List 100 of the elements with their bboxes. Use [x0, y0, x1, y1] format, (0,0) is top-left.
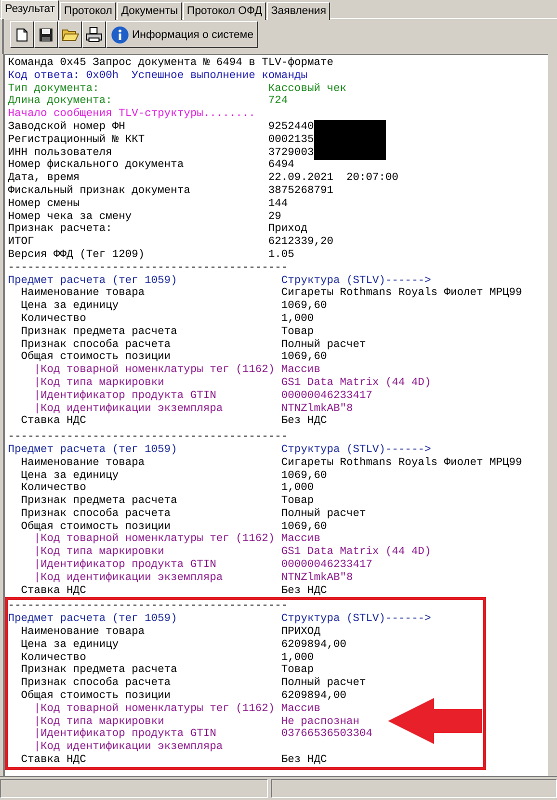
- structure-label: Структура (STLV)------>: [281, 274, 431, 287]
- field-value: NTNZlmkAB"8: [281, 402, 353, 416]
- separator-line: -------------------------------------------: [8, 431, 288, 444]
- field-label: Цена за единицу: [21, 470, 120, 482]
- field-value: Сигареты Rothmans Royals Фиолет МРЦ99: [281, 287, 522, 300]
- field-value: Массив: [281, 533, 320, 546]
- field-label: Ставка НДС: [21, 415, 88, 428]
- field-label: Тип документа:: [8, 82, 100, 96]
- section-title: Предмет расчета (тег 1059): [8, 274, 178, 288]
- field-label: Признак предмета расчета: [21, 495, 178, 508]
- field-label: Количество: [21, 482, 88, 496]
- field-value: 6212339,20: [268, 236, 334, 249]
- info-icon: [111, 26, 129, 44]
- field-value: Не распознан: [281, 716, 360, 728]
- field-label: Фискальный признак документа: [8, 184, 192, 198]
- section-title: Предмет расчета (тег 1059): [8, 613, 178, 626]
- field-value: 0002135: [268, 134, 314, 147]
- tab[interactable]: Документы: [117, 2, 182, 20]
- field-value: NTNZlmkAB"8: [281, 572, 353, 585]
- tab[interactable]: Протокол ОФД: [182, 2, 266, 20]
- tab[interactable]: Результат: [1, 0, 60, 20]
- field-label: Наименование товара: [21, 287, 146, 300]
- field-value: 1069,60: [281, 470, 327, 482]
- separator-line: -------------------------------------------: [8, 262, 288, 275]
- field-label: Общая стоимость позиции: [21, 520, 172, 533]
- field-value: 9252440: [268, 120, 314, 134]
- field-value: 1,000: [281, 652, 314, 664]
- field-value: Полный расчет: [281, 338, 366, 352]
- tlv-start-line: Начало сообщения TLV-структуры........: [8, 108, 256, 121]
- field-label: Цена за единицу: [21, 300, 120, 313]
- field-label: Регистрационный № ККТ: [8, 134, 146, 147]
- field-label: ИНН пользователя: [8, 146, 114, 159]
- field-value: ПРИХОД: [281, 626, 320, 639]
- field-label: ИТОГ: [8, 236, 36, 249]
- response-line: Код ответа: 0x00h Успешное выполнение команды: [8, 70, 308, 83]
- field-label: Признак способа расчета: [21, 677, 172, 690]
- field-label: Признак расчета:: [8, 223, 114, 236]
- field-value: Полный расчет: [281, 508, 366, 521]
- field-value: 1069,60: [281, 300, 327, 313]
- field-label: |Код типа маркировки: [34, 716, 166, 728]
- field-label: Признак предмета расчета: [21, 664, 178, 677]
- separator-line: -------------------------------------------: [8, 600, 288, 613]
- field-value: 22.09.2021 20:07:00: [268, 172, 398, 185]
- field-value: Кассовый чек: [268, 82, 346, 96]
- field-value: 6209894,00: [281, 638, 346, 652]
- field-label: |Код идентификации экземпляра: [34, 741, 224, 754]
- field-label: Признак способа расчета: [21, 508, 172, 521]
- field-value: Массив: [281, 364, 320, 377]
- field-value: 00000046233417: [281, 559, 372, 572]
- folder-icon: [62, 28, 78, 41]
- field-label: Количество: [21, 652, 88, 664]
- arrow-icon: [388, 698, 482, 744]
- field-value: 3729003: [268, 146, 314, 160]
- command-line: Команда 0x45 Запрос документа № 6494 в TLV-формате: [8, 57, 334, 70]
- field-value: Товар: [281, 664, 314, 677]
- field-value: Сигареты Rothmans Royals Фиолет МРЦ99: [281, 456, 522, 470]
- field-label: |Код типа маркировки: [34, 376, 166, 390]
- structure-label: Структура (STLV)------>: [281, 613, 431, 626]
- field-value: Товар: [281, 326, 314, 339]
- field-label: Ставка НДС: [21, 754, 88, 767]
- new-document-button[interactable]: [10, 21, 34, 48]
- page-icon: [16, 28, 28, 42]
- field-value: 00000046233417: [281, 390, 372, 403]
- field-label: |Код товарной номенклатуры тег (1162): [34, 533, 276, 546]
- field-label: |Код товарной номенклатуры тег (1162): [34, 364, 276, 377]
- field-value: 6494: [268, 159, 294, 172]
- field-label: Общая стоимость позиции: [21, 351, 172, 364]
- field-value: GS1 Data Matrix (44 4D): [281, 546, 431, 560]
- field-label: Признак способа расчета: [21, 338, 172, 351]
- print-button[interactable]: [82, 21, 106, 48]
- open-folder-button[interactable]: [58, 21, 82, 48]
- field-label: Наименование товара: [21, 456, 146, 470]
- field-label: |Код идентификации экземпляра: [34, 402, 224, 416]
- tab[interactable]: Протокол: [60, 2, 116, 20]
- field-label: Номер фискального документа: [8, 159, 185, 172]
- field-value: Товар: [281, 495, 314, 508]
- system-info-button[interactable]: Информация о системе: [106, 21, 258, 48]
- field-value: 1,000: [281, 312, 314, 326]
- save-button[interactable]: [34, 21, 58, 48]
- section-title: Предмет расчета (тег 1059): [8, 444, 178, 457]
- field-label: Номер смены: [8, 198, 81, 211]
- field-label: Количество: [21, 312, 88, 326]
- field-label: |Код типа маркировки: [34, 546, 166, 559]
- field-label: |Идентификатор продукта GTIN: [34, 390, 218, 403]
- tab[interactable]: Заявления: [267, 2, 330, 20]
- field-value: 1069,60: [281, 351, 327, 364]
- field-value: 3875268791: [268, 184, 334, 198]
- field-value: 144: [268, 198, 288, 211]
- field-label: Признак предмета расчета: [21, 326, 178, 339]
- field-label: Номер чека за смену: [8, 210, 133, 224]
- field-label: Заводской номер ФН: [8, 120, 126, 134]
- field-label: Общая стоимость позиции: [21, 690, 172, 703]
- field-value: 724: [268, 95, 288, 108]
- field-label: Ставка НДС: [21, 584, 88, 598]
- structure-label: Структура (STLV)------>: [281, 444, 431, 457]
- field-label: Дата, время: [8, 172, 81, 185]
- field-label: |Код товарной номенклатуры тег (1162): [34, 702, 276, 716]
- field-label: |Идентификатор продукта GTIN: [34, 559, 218, 572]
- field-value: Полный расчет: [281, 677, 366, 690]
- field-label: Наименование товара: [21, 626, 146, 639]
